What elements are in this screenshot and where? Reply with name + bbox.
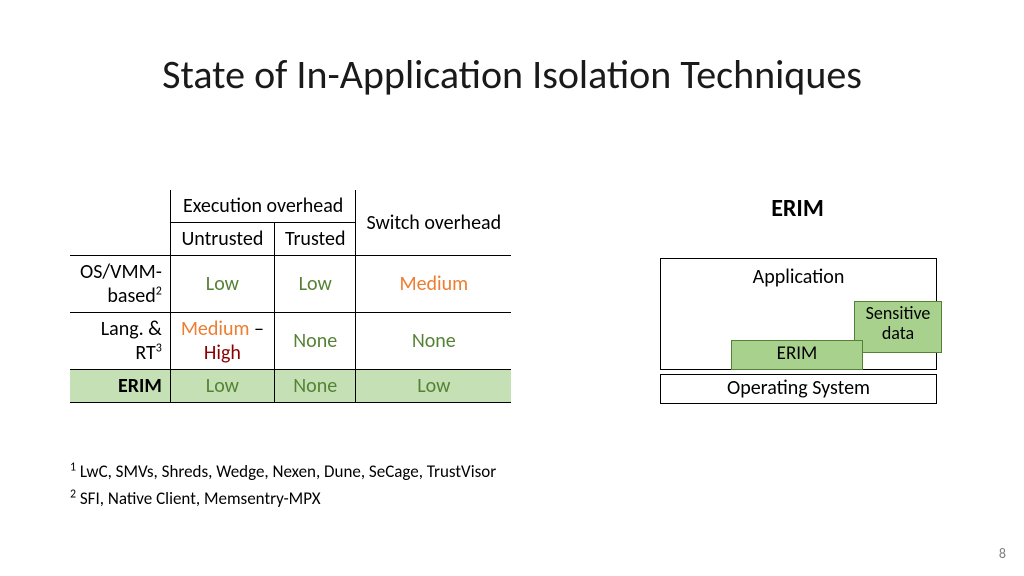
row-lang-label: Lang. & RT3: [70, 313, 170, 370]
diagram-title: ERIM: [660, 194, 935, 223]
application-label: Application: [661, 265, 936, 289]
osvmm-untrusted: Low: [170, 256, 274, 313]
application-box: Application Sensitivedata ERIM: [660, 258, 937, 370]
page-number: 8: [999, 545, 1006, 562]
row-osvmm-label: OS/VMM- based2: [70, 256, 170, 313]
footnotes: 1 LwC, SMVs, Shreds, Wedge, Nexen, Dune,…: [70, 458, 496, 512]
lang-untrusted: Medium – High: [170, 313, 274, 370]
comparison-table: Execution overhead Switch overhead Untru…: [70, 190, 511, 403]
header-untrusted: Untrusted: [170, 223, 274, 256]
header-trusted: Trusted: [274, 223, 356, 256]
erim-untrusted: Low: [170, 370, 274, 403]
lang-switch: None: [356, 313, 511, 370]
lang-trusted: None: [274, 313, 356, 370]
erim-switch: Low: [356, 370, 511, 403]
header-exec: Execution overhead: [170, 190, 356, 223]
header-switch: Switch overhead: [356, 190, 511, 256]
row-erim-label: ERIM: [70, 370, 170, 403]
osvmm-switch: Medium: [356, 256, 511, 313]
osvmm-trusted: Low: [274, 256, 356, 313]
sensitive-data-box: Sensitivedata: [854, 301, 942, 353]
slide-title: State of In-Application Isolation Techni…: [0, 50, 1024, 99]
erim-trusted: None: [274, 370, 356, 403]
erim-box: ERIM: [731, 340, 863, 370]
os-box: Operating System: [660, 374, 937, 404]
